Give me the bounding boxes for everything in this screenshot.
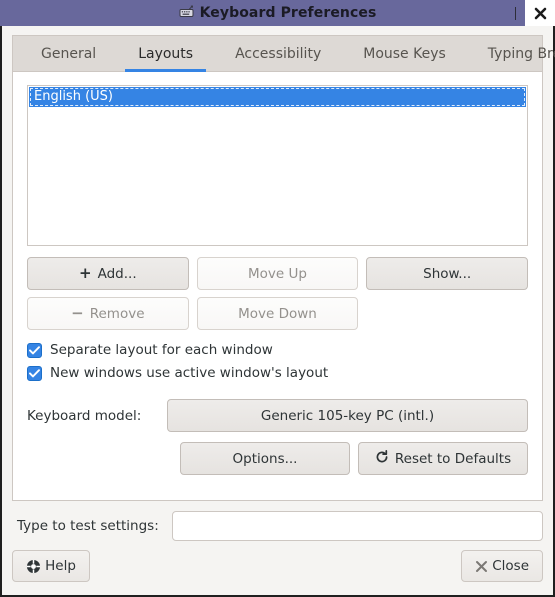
tab-accessibility-label: Accessibility [235, 45, 322, 62]
close-x-icon [475, 560, 488, 573]
window-title-text: Keyboard Preferences [199, 5, 377, 21]
move-down-button[interactable]: Move Down [196, 297, 359, 330]
test-settings-label: Type to test settings: [17, 518, 159, 534]
separate-layout-label: Separate layout for each window [50, 342, 273, 358]
options-button[interactable]: Options... [180, 442, 350, 475]
tab-accessibility[interactable]: Accessibility [214, 36, 342, 71]
layout-action-buttons: + Add... Move Up Show... − Remove Move D… [27, 257, 528, 330]
remove-layout-button[interactable]: − Remove [27, 297, 189, 330]
titlebar-controls [515, 0, 555, 26]
titlebar-separator [515, 6, 516, 20]
move-up-label: Move Up [248, 265, 307, 282]
lifebuoy-icon [26, 559, 41, 574]
minus-icon: − [71, 304, 84, 322]
keyboard-model-button[interactable]: Generic 105-key PC (intl.) [167, 399, 528, 432]
plus-icon: + [79, 264, 92, 282]
add-layout-button[interactable]: + Add... [27, 257, 189, 290]
dialog-action-bar: Help Close [12, 550, 543, 582]
tab-layouts-label: Layouts [138, 45, 194, 62]
list-item[interactable]: English (US) [29, 87, 526, 107]
test-settings-input[interactable] [172, 511, 543, 541]
separate-layout-row[interactable]: Separate layout for each window [27, 342, 528, 358]
tab-mouse-keys-label: Mouse Keys [363, 45, 446, 62]
help-label: Help [45, 558, 76, 574]
tab-mouse-keys[interactable]: Mouse Keys [342, 36, 467, 71]
separate-layout-checkbox[interactable] [27, 342, 42, 358]
checkmark-icon [29, 345, 40, 354]
window-title-group: Keyboard Preferences [179, 5, 377, 21]
preferences-notebook: General Layouts Accessibility Mouse Keys… [12, 35, 555, 501]
keyboard-model-value: Generic 105-key PC (intl.) [260, 407, 435, 424]
close-label: Close [492, 558, 529, 574]
reset-to-defaults-button[interactable]: Reset to Defaults [358, 442, 528, 475]
show-layout-label: Show... [423, 265, 472, 282]
keyboard-preferences-window: Keyboard Preferences General Layouts Acc… [0, 0, 555, 597]
tab-typing-break[interactable]: Typing Break [467, 36, 555, 71]
keyboard-icon [179, 5, 195, 19]
window-close-button[interactable] [525, 0, 555, 26]
tab-layouts[interactable]: Layouts [117, 36, 214, 72]
test-settings-row: Type to test settings: [12, 511, 543, 541]
layout-item-label: English (US) [34, 89, 113, 104]
move-down-label: Move Down [238, 305, 317, 322]
add-layout-label: Add... [97, 265, 137, 282]
move-up-button[interactable]: Move Up [196, 257, 359, 290]
show-layout-button[interactable]: Show... [366, 257, 528, 290]
tab-strip: General Layouts Accessibility Mouse Keys… [13, 36, 555, 72]
close-icon [534, 7, 546, 19]
layout-list[interactable]: English (US) [27, 85, 528, 246]
help-button[interactable]: Help [12, 550, 90, 582]
checkmark-icon [29, 368, 40, 377]
keyboard-model-row: Keyboard model: Generic 105-key PC (intl… [27, 399, 528, 432]
new-windows-layout-checkbox[interactable] [27, 365, 42, 381]
layouts-tab-page: English (US) + Add... Move Up Show... − … [13, 72, 542, 500]
new-windows-layout-row[interactable]: New windows use active window's layout [27, 365, 528, 381]
refresh-icon [375, 449, 389, 468]
close-button[interactable]: Close [461, 550, 543, 582]
tab-general-label: General [41, 45, 97, 62]
titlebar: Keyboard Preferences [0, 0, 555, 26]
reset-to-defaults-label: Reset to Defaults [394, 450, 512, 467]
options-label: Options... [232, 450, 298, 467]
remove-layout-label: Remove [89, 305, 145, 322]
keyboard-model-label: Keyboard model: [27, 407, 142, 424]
tab-general[interactable]: General [20, 36, 117, 71]
options-reset-row: Options... Reset to Defaults [27, 442, 528, 475]
tab-typing-break-label: Typing Break [487, 45, 555, 62]
new-windows-layout-label: New windows use active window's layout [50, 365, 329, 381]
window-body: General Layouts Accessibility Mouse Keys… [0, 26, 555, 597]
button-grid-spacer [366, 297, 528, 330]
